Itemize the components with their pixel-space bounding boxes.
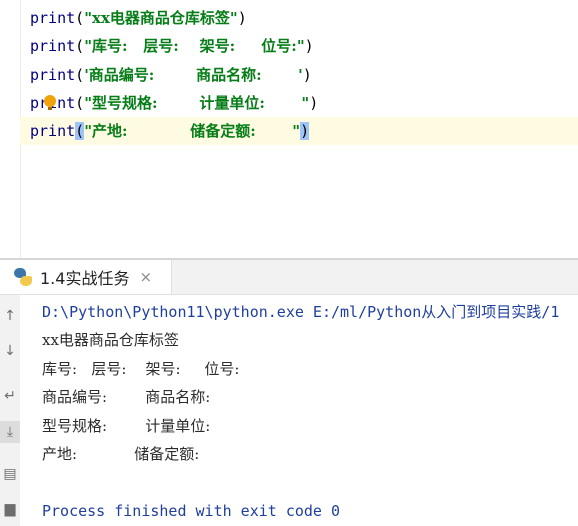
run-tab[interactable]: 1.4实战任务 × [0, 260, 172, 294]
print-call: print [30, 9, 76, 27]
code-editor[interactable]: print("xx电器商品仓库标签") print("库号: 层号: 架号: 位… [0, 0, 578, 258]
run-tab-label: 1.4实战任务 [40, 269, 130, 288]
code-line-4[interactable]: print("型号规格: 计量单位: ") [20, 89, 578, 117]
close-paren: ) [302, 66, 312, 84]
console-exit-line: Process finished with exit code 0 [42, 502, 341, 520]
matched-close-paren: ) [300, 122, 310, 140]
matched-open-paren: ( [75, 122, 85, 140]
lightbulb-icon[interactable] [44, 95, 56, 110]
code-line-5-current[interactable]: print("产地: 储备定额: ") [20, 117, 578, 145]
open-paren: ( [75, 9, 85, 27]
console-line: 型号规格: 计量单位: [42, 417, 211, 435]
string-literal: "库号: 层号: 架号: 位号:" [84, 37, 305, 55]
open-paren: ( [75, 66, 85, 84]
print-call: print [30, 37, 76, 55]
code-line-2[interactable]: print("库号: 层号: 架号: 位号:") [20, 32, 578, 60]
string-literal: '商品编号: 商品名称: ' [84, 66, 303, 84]
print-icon[interactable]: ▤ [0, 463, 20, 485]
string-literal: "xx电器商品仓库标签" [84, 9, 238, 27]
console-line: 库号: 层号: 架号: 位号: [42, 360, 240, 378]
console-line: 产地: 储备定额: [42, 445, 200, 463]
console-output[interactable]: D:\Python\Python11\python.exe E:/ml/Pyth… [20, 295, 578, 526]
close-paren: ) [304, 37, 314, 55]
close-paren: ) [237, 9, 247, 27]
scroll-to-end-icon[interactable]: ⤓ [0, 421, 20, 443]
close-paren: ) [309, 94, 319, 112]
string-literal: "型号规格: 计量单位: " [84, 94, 310, 112]
editor-gutter [0, 0, 21, 258]
run-panel-header: 1.4实战任务 × [0, 260, 578, 295]
code-line-1[interactable]: print("xx电器商品仓库标签") [20, 4, 578, 32]
console-line: 商品编号: 商品名称: [42, 388, 211, 406]
wrap-icon[interactable]: ↵ [0, 385, 20, 407]
string-literal: "产地: 储备定额: " [84, 122, 301, 140]
down-arrow-icon[interactable]: ↓ [0, 340, 20, 362]
console-command-line: D:\Python\Python11\python.exe E:/ml/Pyth… [42, 303, 560, 321]
code-line-3[interactable]: print('商品编号: 商品名称: ') [20, 61, 578, 89]
open-paren: ( [75, 94, 85, 112]
print-call: print [30, 122, 76, 140]
open-paren: ( [75, 37, 85, 55]
close-icon[interactable]: × [139, 268, 152, 286]
up-arrow-icon[interactable]: ↑ [0, 305, 20, 327]
python-icon [12, 267, 34, 287]
print-call: print [30, 66, 76, 84]
trash-icon[interactable]: ▆ [0, 498, 20, 520]
console-line: xx电器商品仓库标签 [42, 331, 179, 349]
run-toolbar: ↑ ↓ ↵ ⤓ ▤ ▆ [0, 295, 21, 526]
